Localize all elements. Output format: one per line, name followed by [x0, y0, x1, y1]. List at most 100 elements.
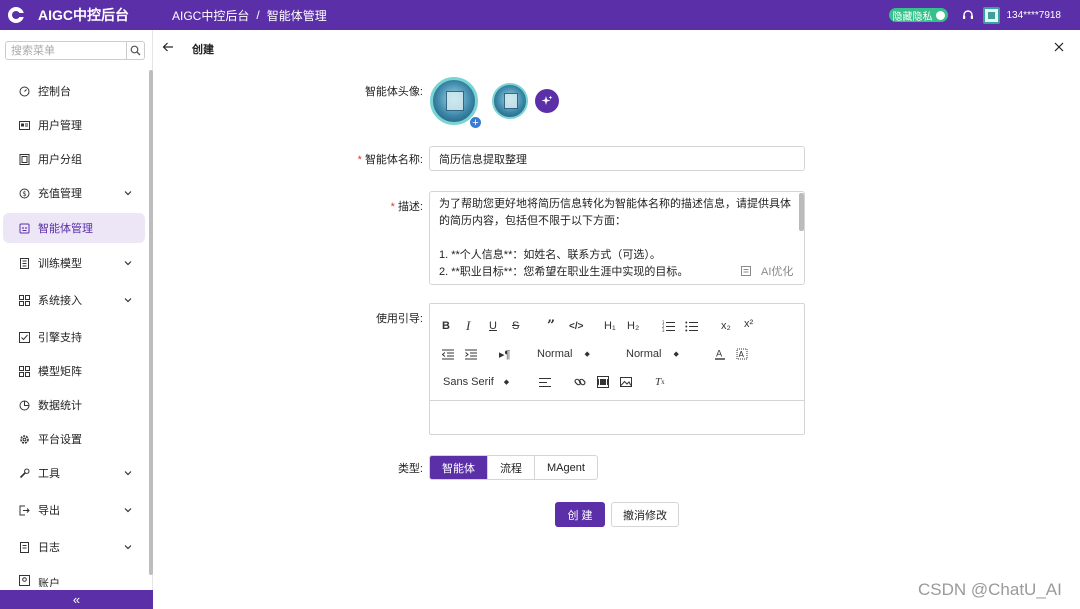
font-color-icon[interactable]: A [714, 347, 726, 361]
privacy-toggle-label: 隐藏隐私 [892, 11, 933, 23]
select-caret-icon: ◆ [503, 379, 510, 386]
chevron-down-icon[interactable] [124, 506, 132, 514]
user-avatar[interactable] [982, 6, 1000, 24]
ai-optimize-label: AI优化 [761, 266, 794, 278]
sidebar-item-model-matrix[interactable]: 模型矩阵 [3, 356, 145, 386]
sidebar-item-label: 控制台 [38, 86, 71, 98]
underline-icon[interactable]: U [489, 319, 497, 333]
heading-1-icon[interactable]: H₁ [604, 319, 616, 333]
sidebar-item-label: 模型矩阵 [38, 366, 82, 378]
sidebar-item-console[interactable]: 控制台 [3, 76, 145, 106]
sidebar-item-logs[interactable]: 日志 [3, 532, 145, 562]
header-select-1[interactable]: Normal ◆ [537, 348, 590, 360]
link-icon[interactable] [574, 375, 586, 389]
sidebar: 控制台 用户管理 用户分组 $ 充值管理 智能体管理 训练模型 系统接入 [0, 30, 153, 609]
editor-content[interactable] [430, 401, 804, 434]
check-square-icon [19, 331, 30, 343]
type-option-magent[interactable]: MAgent [535, 456, 597, 479]
text-direction-icon[interactable]: ▸¶ [499, 347, 510, 361]
sidebar-item-statistics[interactable]: 数据统计 [3, 390, 145, 420]
outdent-icon[interactable] [442, 347, 454, 361]
description-scrollbar[interactable] [799, 193, 804, 231]
description-text[interactable]: 为了帮助您更好地将简历信息转化为智能体名称的描述信息，请提供具体的简历内容，包括… [439, 196, 791, 281]
sidebar-item-agent-management[interactable]: 智能体管理 [3, 213, 145, 243]
sparkle-icon [541, 95, 553, 105]
user-phone[interactable]: 134****7918 [1007, 10, 1062, 21]
bold-icon[interactable]: B [442, 319, 450, 333]
chevron-down-icon[interactable] [124, 189, 132, 197]
video-icon[interactable] [597, 375, 609, 389]
dashboard-icon [19, 86, 30, 96]
desc-label: * 描述: [333, 198, 423, 214]
headset-icon[interactable] [962, 9, 974, 21]
chevron-down-icon[interactable] [124, 296, 132, 304]
sidebar-item-platform-settings[interactable]: 平台设置 [3, 424, 145, 454]
font-select[interactable]: Sans Serif ◆ [443, 376, 509, 388]
chevron-down-icon[interactable] [124, 259, 132, 267]
align-icon[interactable] [539, 375, 551, 389]
breadcrumb-current: 智能体管理 [266, 8, 327, 23]
header-select-2-value: Normal [626, 348, 662, 360]
agent-name-input[interactable] [429, 146, 805, 171]
header-select-2[interactable]: Normal ◆ [626, 348, 679, 360]
bullet-list-icon[interactable] [685, 319, 698, 333]
superscript-icon[interactable]: x² [744, 317, 753, 331]
background-color-icon[interactable]: A [736, 347, 748, 361]
ai-generate-avatar-button[interactable] [535, 89, 559, 113]
matrix-icon [19, 365, 30, 377]
svg-text:$: $ [22, 190, 26, 198]
sidebar-item-account[interactable]: 账户 [3, 569, 145, 587]
sidebar-item-label: 用户管理 [38, 120, 82, 132]
italic-icon[interactable]: I [466, 318, 470, 333]
menu-search [5, 41, 145, 60]
blockquote-icon[interactable]: ” [547, 318, 555, 334]
type-option-agent[interactable]: 智能体 [430, 456, 488, 479]
create-button[interactable]: 创 建 [555, 502, 605, 527]
ai-optimize-button[interactable]: AI优化 [741, 263, 794, 279]
close-icon[interactable] [1053, 41, 1065, 53]
app-title: AIGC中控后台 [38, 7, 129, 23]
logo-icon [8, 7, 25, 23]
pie-chart-icon [19, 400, 30, 410]
sidebar-item-tools[interactable]: 工具 [3, 458, 145, 488]
description-textarea[interactable]: 为了帮助您更好地将简历信息转化为智能体名称的描述信息，请提供具体的简历内容，包括… [429, 191, 805, 285]
menu-search-input[interactable] [6, 42, 126, 59]
chevron-down-icon[interactable] [124, 469, 132, 477]
search-icon[interactable] [126, 42, 144, 59]
sidebar-item-user-groups[interactable]: 用户分组 [3, 144, 145, 174]
indent-icon[interactable] [465, 347, 477, 361]
wrench-icon [19, 468, 30, 478]
breadcrumb-home[interactable]: AIGC中控后台 [172, 7, 249, 24]
privacy-toggle[interactable]: 隐藏隐私 [888, 8, 948, 23]
subscript-icon[interactable]: x₂ [721, 319, 731, 333]
sidebar-item-label: 训练模型 [38, 258, 82, 270]
code-icon[interactable]: </> [569, 319, 583, 333]
sidebar-item-label: 智能体管理 [38, 223, 93, 235]
image-icon[interactable] [620, 375, 632, 389]
undo-changes-button[interactable]: 撤消修改 [611, 502, 679, 527]
id-card-icon [19, 120, 30, 130]
sidebar-item-system-access[interactable]: 系统接入 [3, 285, 145, 315]
sidebar-collapse-button[interactable]: « [0, 590, 153, 609]
sidebar-item-training[interactable]: 训练模型 [3, 248, 145, 278]
logo[interactable]: AIGC中控后台 [0, 5, 153, 25]
strikethrough-icon[interactable]: S [512, 319, 519, 333]
sidebar-item-engine[interactable]: 引擎支持 [3, 322, 145, 352]
clear-format-icon[interactable]: Tx [655, 375, 665, 389]
add-avatar-icon[interactable]: + [469, 116, 482, 129]
sidebar-item-label: 充值管理 [38, 188, 82, 200]
sidebar-item-export[interactable]: 导出 [3, 495, 145, 525]
avatar-option[interactable] [492, 83, 528, 119]
sidebar-item-recharge[interactable]: $ 充值管理 [3, 178, 145, 208]
chevron-down-icon[interactable] [124, 543, 132, 551]
sidebar-item-users[interactable]: 用户管理 [3, 110, 145, 140]
ordered-list-icon[interactable]: 123 [662, 319, 675, 333]
sidebar-item-label: 账户 [38, 578, 60, 587]
header-select-1-value: Normal [537, 348, 573, 360]
log-icon [20, 541, 29, 553]
type-option-flow[interactable]: 流程 [488, 456, 535, 479]
svg-text:A: A [716, 350, 723, 360]
heading-2-icon[interactable]: H₂ [627, 319, 639, 333]
back-arrow-icon[interactable] [162, 41, 174, 53]
font-select-value: Sans Serif [443, 376, 494, 388]
